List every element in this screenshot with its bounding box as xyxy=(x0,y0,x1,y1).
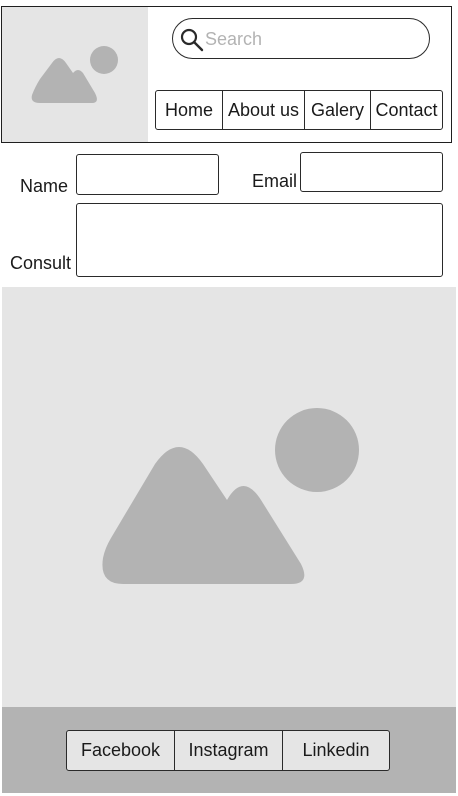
nav-item-contact[interactable]: Contact xyxy=(371,91,442,129)
consult-label: Consult xyxy=(10,253,72,273)
social-links: Facebook Instagram Linkedin xyxy=(66,730,390,771)
search-icon[interactable] xyxy=(180,28,204,52)
nav-item-galery[interactable]: Galery xyxy=(305,91,371,129)
nav-item-about-us[interactable]: About us xyxy=(223,91,305,129)
search-placeholder: Search xyxy=(205,29,263,49)
logo-image[interactable] xyxy=(2,7,148,142)
consult-textarea[interactable] xyxy=(76,203,443,277)
main-nav: Home About us Galery Contact xyxy=(155,90,443,130)
image-placeholder-icon xyxy=(95,400,365,590)
linkedin-link[interactable]: Linkedin xyxy=(283,731,389,770)
name-field[interactable] xyxy=(76,154,219,195)
email-field[interactable] xyxy=(300,152,443,192)
image-placeholder-icon xyxy=(31,46,118,103)
nav-item-home[interactable]: Home xyxy=(156,91,223,129)
facebook-link[interactable]: Facebook xyxy=(67,731,175,770)
name-label: Name xyxy=(20,176,69,196)
email-label: Email xyxy=(252,171,298,191)
instagram-link[interactable]: Instagram xyxy=(175,731,283,770)
